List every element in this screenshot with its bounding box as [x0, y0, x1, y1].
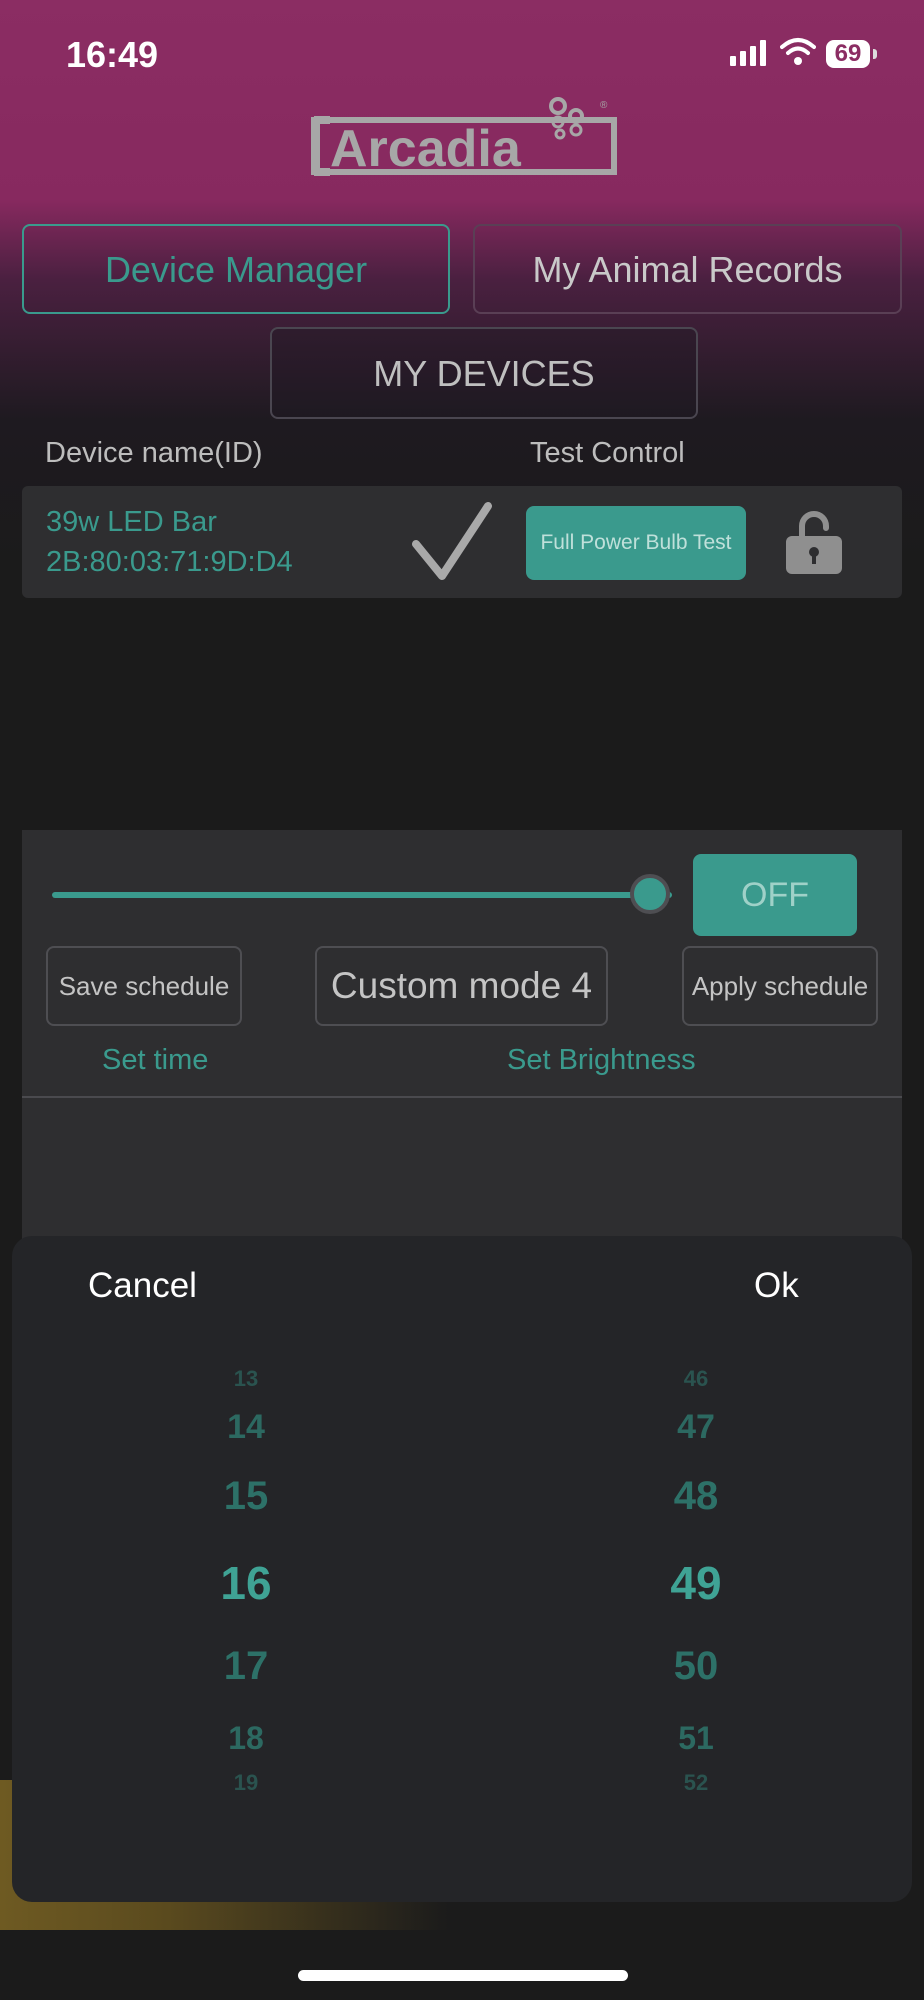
status-time: 16:49: [66, 34, 159, 75]
hour-option-selected[interactable]: 16: [146, 1556, 346, 1610]
wifi-icon: [780, 38, 816, 65]
apply-schedule-button[interactable]: Apply schedule: [682, 946, 878, 1026]
device-row[interactable]: 39w LED Bar 2B:80:03:71:9D:D4 Full Power…: [22, 486, 902, 598]
home-indicator[interactable]: [298, 1970, 628, 1981]
brightness-slider-thumb[interactable]: [630, 874, 670, 914]
my-devices-button[interactable]: MY DEVICES: [270, 327, 698, 419]
hour-option[interactable]: 18: [146, 1720, 346, 1757]
minute-option[interactable]: 47: [596, 1408, 796, 1447]
hour-wheel[interactable]: 13 14 15 16 17 18 19: [146, 1366, 346, 1795]
minute-option[interactable]: 46: [596, 1366, 796, 1392]
divider: [22, 1096, 902, 1098]
unlock-icon[interactable]: [784, 510, 844, 574]
minute-option[interactable]: 50: [596, 1644, 796, 1689]
tab-my-animal-records[interactable]: My Animal Records: [473, 224, 902, 314]
test-control-header: Test Control: [530, 437, 685, 469]
svg-text:Arcadia: Arcadia: [330, 120, 522, 178]
ok-button[interactable]: Ok: [754, 1266, 799, 1306]
arcadia-logo: Arcadia ®: [311, 97, 617, 178]
set-brightness-label[interactable]: Set Brightness: [507, 1044, 696, 1077]
hour-option[interactable]: 14: [146, 1408, 346, 1447]
mode-selector[interactable]: Custom mode 4: [315, 946, 608, 1026]
battery-tip: [873, 49, 877, 59]
minute-option[interactable]: 51: [596, 1720, 796, 1757]
brightness-slider-track[interactable]: [52, 892, 672, 898]
power-off-button[interactable]: OFF: [693, 854, 857, 936]
minute-option-selected[interactable]: 49: [596, 1556, 796, 1610]
status-bar: 16:49 69: [0, 0, 924, 110]
device-name: 39w LED Bar: [46, 506, 217, 538]
battery-icon: 69: [826, 40, 870, 68]
minute-option[interactable]: 48: [596, 1474, 796, 1519]
tab-device-manager[interactable]: Device Manager: [22, 224, 450, 314]
hour-option[interactable]: 19: [146, 1770, 346, 1796]
device-id: 2B:80:03:71:9D:D4: [46, 546, 293, 578]
checkmark-icon[interactable]: [412, 500, 492, 582]
minute-option[interactable]: 52: [596, 1770, 796, 1796]
device-name-header: Device name(ID): [45, 437, 263, 469]
hour-option[interactable]: 17: [146, 1644, 346, 1689]
hour-option[interactable]: 13: [146, 1366, 346, 1392]
hour-option[interactable]: 15: [146, 1474, 346, 1519]
battery-level: 69: [834, 40, 862, 67]
minute-wheel[interactable]: 46 47 48 49 50 51 52: [596, 1366, 796, 1795]
schedule-control-panel: OFF Save schedule Custom mode 4 Apply sc…: [22, 830, 902, 1250]
set-time-label[interactable]: Set time: [102, 1044, 208, 1077]
full-power-bulb-test-button[interactable]: Full Power Bulb Test: [526, 506, 746, 580]
save-schedule-button[interactable]: Save schedule: [46, 946, 242, 1026]
time-picker-sheet: Cancel Ok 13 14 15 16 17 18 19 46 47 48 …: [12, 1236, 912, 1902]
cancel-button[interactable]: Cancel: [88, 1266, 197, 1306]
svg-text:®: ®: [600, 100, 608, 111]
cellular-signal-icon: [730, 40, 766, 66]
